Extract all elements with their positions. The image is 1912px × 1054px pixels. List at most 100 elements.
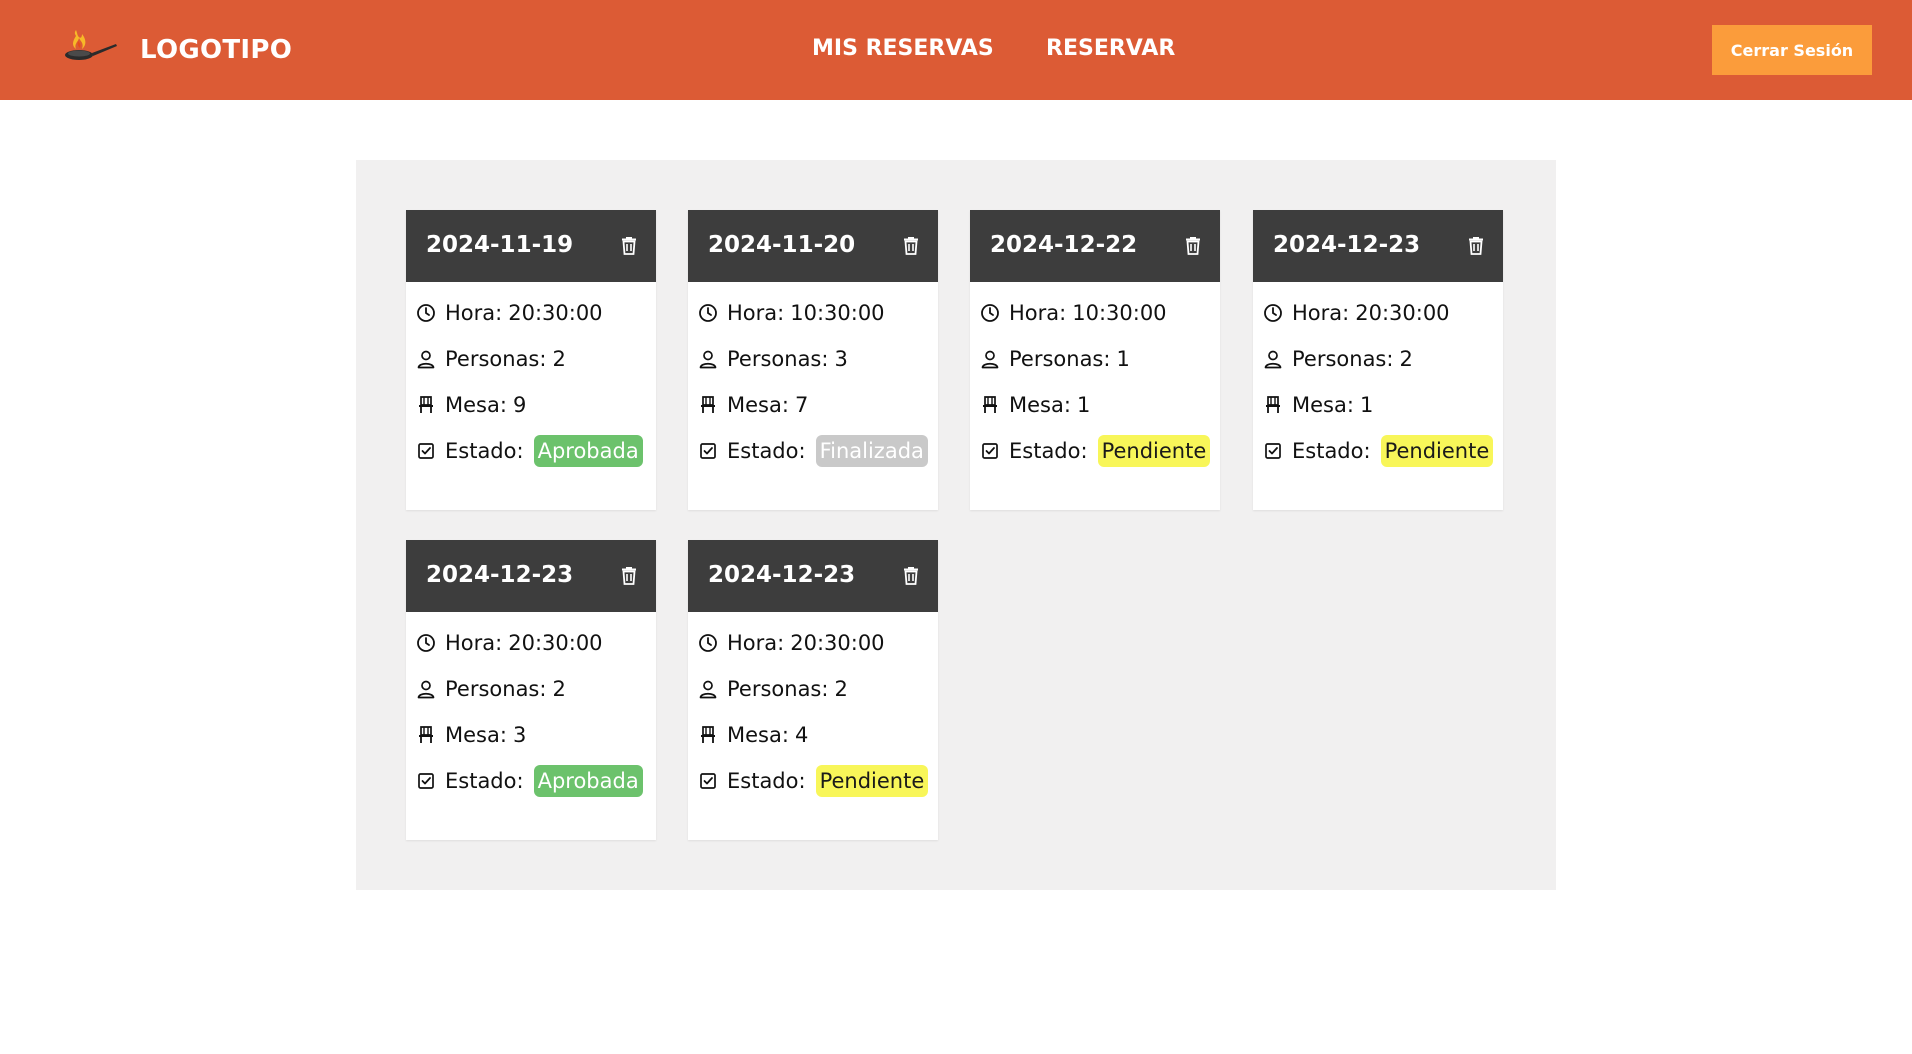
- chair-icon: [1263, 395, 1283, 415]
- mesa-value: 9: [512, 393, 527, 417]
- hora-label: Hora:: [445, 301, 503, 325]
- chair-icon: [980, 395, 1000, 415]
- personas-label: Personas:: [445, 347, 547, 371]
- row-hora: Hora: 20:30:00: [1263, 290, 1493, 336]
- reservations-panel: 2024-11-19 Hora: 20:30:00 Personas: 2 Mesa: 9 E…: [356, 160, 1556, 890]
- mesa-value: 4: [794, 723, 809, 747]
- reservation-card: 2024-11-19 Hora: 20:30:00 Personas: 2 Mesa: 9 E…: [406, 210, 656, 510]
- row-hora: Hora: 20:30:00: [416, 290, 646, 336]
- person-icon: [416, 679, 436, 699]
- clock-icon: [980, 303, 1000, 323]
- status-badge: Aprobada: [533, 434, 643, 468]
- hora-value: 20:30:00: [508, 631, 603, 655]
- row-mesa: Mesa: 9: [416, 382, 646, 428]
- status-badge: Pendiente: [1097, 434, 1211, 468]
- row-hora: Hora: 10:30:00: [698, 290, 928, 336]
- card-header: 2024-12-22: [970, 210, 1220, 282]
- hora-value: 20:30:00: [790, 631, 885, 655]
- card-body: Hora: 10:30:00 Personas: 3 Mesa: 7 Estado: Fina…: [688, 290, 938, 474]
- hora-label: Hora:: [727, 301, 785, 325]
- personas-label: Personas:: [445, 677, 547, 701]
- delete-icon[interactable]: [900, 563, 922, 587]
- row-estado: Estado: Finalizada: [698, 428, 928, 474]
- nav-mis-reservas[interactable]: MIS RESERVAS: [812, 36, 994, 61]
- logout-button[interactable]: Cerrar Sesión: [1712, 25, 1872, 75]
- row-hora: Hora: 20:30:00: [416, 620, 646, 666]
- person-icon: [698, 679, 718, 699]
- reservation-date: 2024-11-20: [708, 232, 856, 258]
- status-badge: Finalizada: [815, 434, 928, 468]
- hora-value: 10:30:00: [790, 301, 885, 325]
- personas-value: 2: [552, 347, 566, 371]
- hora-label: Hora:: [445, 631, 503, 655]
- chair-icon: [416, 725, 436, 745]
- personas-label: Personas:: [1009, 347, 1111, 371]
- mesa-label: Mesa:: [727, 393, 789, 417]
- hora-label: Hora:: [1009, 301, 1067, 325]
- chair-icon: [698, 725, 718, 745]
- clock-icon: [698, 633, 718, 653]
- nav-reservar[interactable]: RESERVAR: [1046, 36, 1175, 61]
- mesa-label: Mesa:: [445, 723, 507, 747]
- row-mesa: Mesa: 1: [980, 382, 1210, 428]
- clock-icon: [698, 303, 718, 323]
- personas-value: 3: [834, 347, 848, 371]
- person-icon: [416, 349, 436, 369]
- reservation-date: 2024-11-19: [426, 232, 574, 258]
- person-icon: [1263, 349, 1283, 369]
- card-body: Hora: 20:30:00 Personas: 2 Mesa: 1 Estado: Pend…: [1253, 290, 1503, 474]
- mesa-label: Mesa:: [445, 393, 507, 417]
- hora-value: 20:30:00: [508, 301, 603, 325]
- personas-value: 2: [1399, 347, 1413, 371]
- hora-value: 20:30:00: [1355, 301, 1450, 325]
- reservation-date: 2024-12-23: [1273, 232, 1421, 258]
- navbar: LOGOTIPO MIS RESERVAS RESERVAR Cerrar Se…: [0, 0, 1912, 100]
- reservation-card: 2024-12-23 Hora: 20:30:00 Personas: 2 Mesa: 1 E…: [1253, 210, 1503, 510]
- reservation-date: 2024-12-22: [990, 232, 1138, 258]
- row-hora: Hora: 20:30:00: [698, 620, 928, 666]
- mesa-value: 7: [794, 393, 809, 417]
- card-header: 2024-12-23: [688, 540, 938, 612]
- reservation-card: 2024-12-23 Hora: 20:30:00 Personas: 2 Mesa: 4 E…: [688, 540, 938, 840]
- delete-icon[interactable]: [1465, 233, 1487, 257]
- row-estado: Estado: Pendiente: [698, 758, 929, 804]
- delete-icon[interactable]: [618, 563, 640, 587]
- estado-label: Estado:: [1292, 439, 1371, 463]
- frying-pan-flame-icon: [65, 30, 117, 60]
- mesa-label: Mesa:: [727, 723, 789, 747]
- clock-icon: [1263, 303, 1283, 323]
- card-body: Hora: 20:30:00 Personas: 2 Mesa: 3 Estado: Apro…: [406, 620, 656, 804]
- mesa-value: 3: [512, 723, 527, 747]
- hora-label: Hora:: [727, 631, 785, 655]
- row-personas: Personas: 2: [1263, 336, 1493, 382]
- checkbox-icon: [416, 771, 436, 791]
- row-mesa: Mesa: 3: [416, 712, 646, 758]
- hora-label: Hora:: [1292, 301, 1350, 325]
- card-body: Hora: 20:30:00 Personas: 2 Mesa: 4 Estado: Pend…: [688, 620, 938, 804]
- chair-icon: [416, 395, 436, 415]
- card-header: 2024-11-19: [406, 210, 656, 282]
- reservation-card: 2024-12-22 Hora: 10:30:00 Personas: 1 Mesa: 1 E…: [970, 210, 1220, 510]
- personas-label: Personas:: [727, 677, 829, 701]
- mesa-label: Mesa:: [1009, 393, 1071, 417]
- row-personas: Personas: 2: [698, 666, 928, 712]
- delete-icon[interactable]: [1182, 233, 1204, 257]
- clock-icon: [416, 633, 436, 653]
- reservation-card: 2024-11-20 Hora: 10:30:00 Personas: 3 Mesa: 7 E…: [688, 210, 938, 510]
- row-estado: Estado: Pendiente: [980, 428, 1211, 474]
- status-badge: Pendiente: [1380, 434, 1494, 468]
- estado-label: Estado:: [1009, 439, 1088, 463]
- delete-icon[interactable]: [900, 233, 922, 257]
- person-icon: [698, 349, 718, 369]
- card-body: Hora: 20:30:00 Personas: 2 Mesa: 9 Estado: Apro…: [406, 290, 656, 474]
- brand-name: LOGOTIPO: [140, 35, 293, 65]
- checkbox-icon: [416, 441, 436, 461]
- row-estado: Estado: Aprobada: [416, 428, 646, 474]
- delete-icon[interactable]: [618, 233, 640, 257]
- brand-link[interactable]: LOGOTIPO: [62, 28, 292, 72]
- personas-value: 2: [834, 677, 848, 701]
- row-mesa: Mesa: 1: [1263, 382, 1493, 428]
- reservation-date: 2024-12-23: [426, 562, 574, 588]
- mesa-label: Mesa:: [1292, 393, 1354, 417]
- row-mesa: Mesa: 4: [698, 712, 928, 758]
